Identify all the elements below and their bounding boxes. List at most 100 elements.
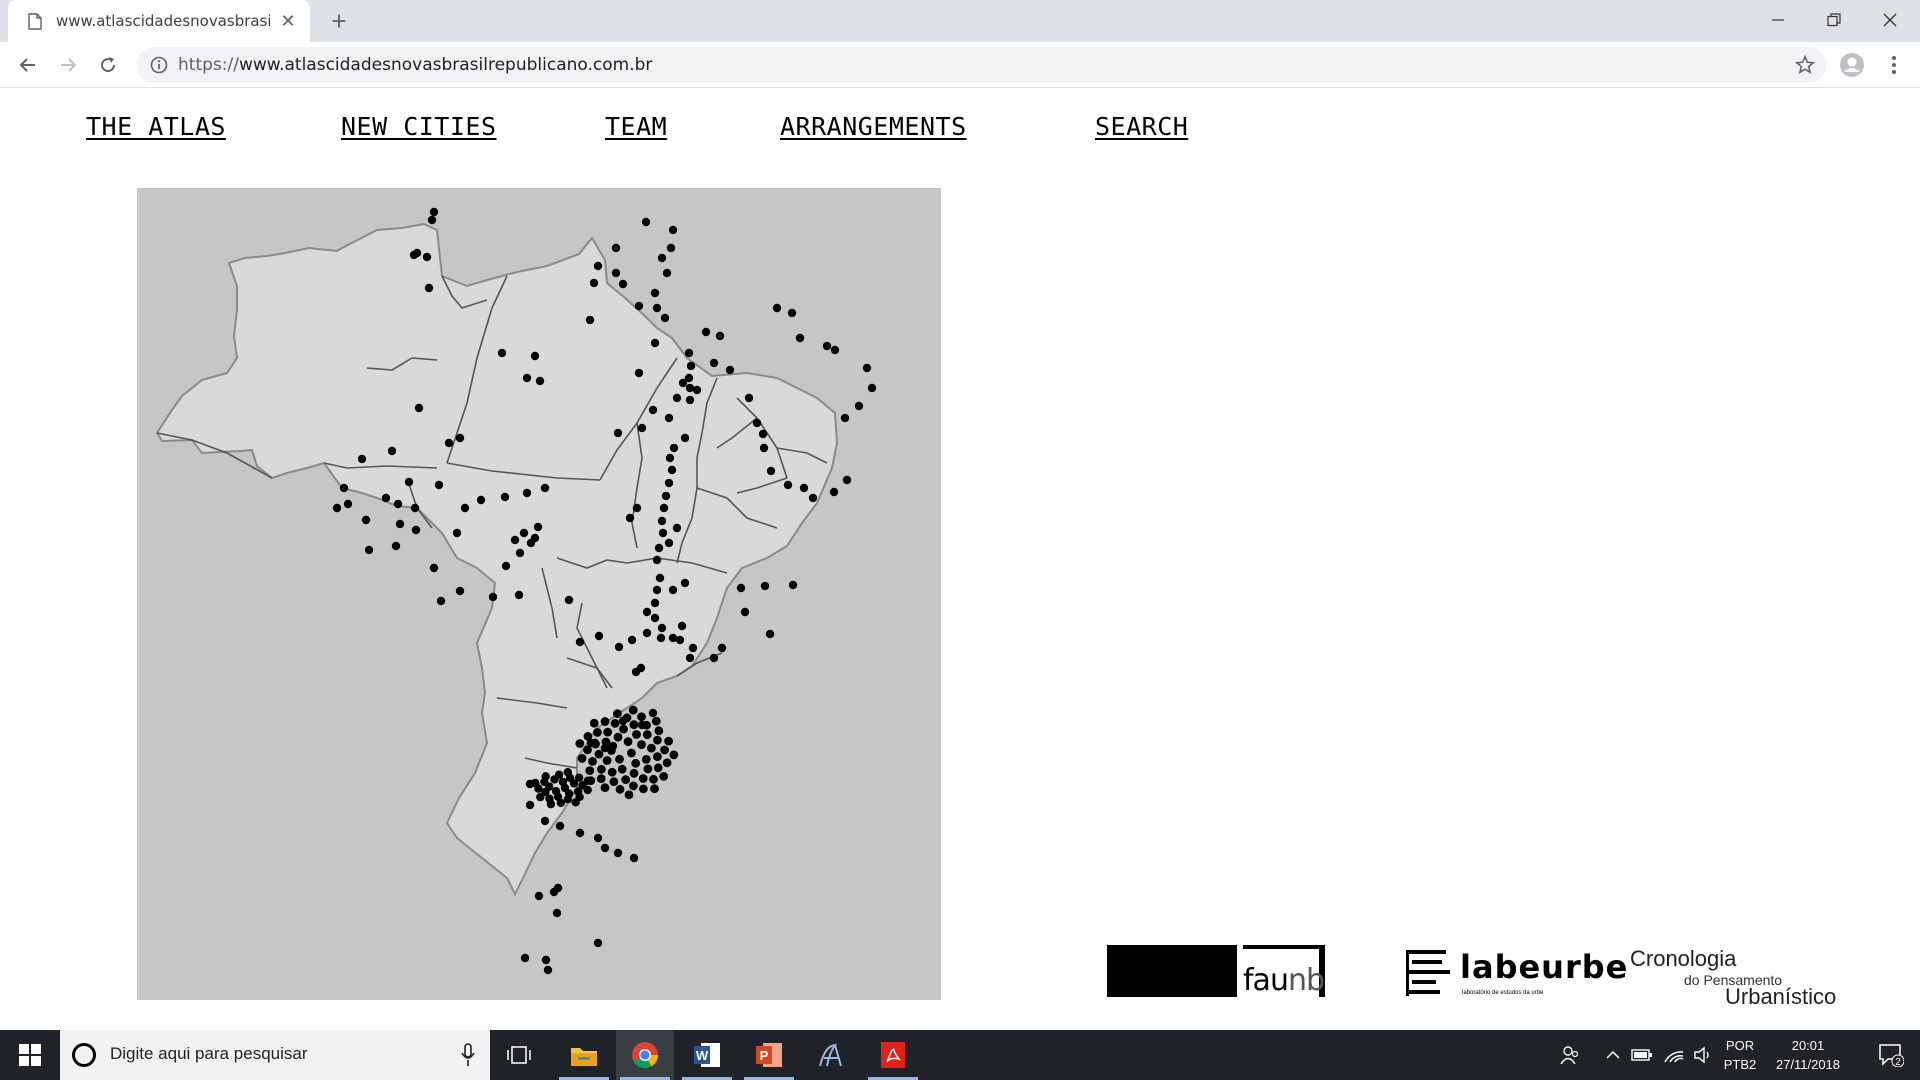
clock[interactable]: 20:01 27/11/2018 [1766, 1036, 1850, 1074]
city-dot[interactable] [585, 766, 595, 775]
city-dot[interactable] [653, 763, 663, 773]
city-dot[interactable] [672, 393, 682, 403]
city-dot[interactable] [552, 908, 562, 918]
city-dot[interactable] [583, 776, 592, 785]
city-dot[interactable] [540, 483, 550, 493]
city-dot[interactable] [588, 757, 597, 766]
city-dot[interactable] [600, 843, 610, 853]
city-dot[interactable] [677, 621, 687, 631]
city-dot[interactable] [829, 487, 839, 497]
notification-icon[interactable]: 2 [1866, 1030, 1916, 1080]
city-dot[interactable] [647, 743, 656, 753]
city-dot[interactable] [627, 748, 636, 758]
reload-icon[interactable] [94, 51, 122, 79]
city-dot[interactable] [660, 313, 670, 323]
city-dot[interactable] [744, 393, 754, 403]
city-dot[interactable] [575, 739, 585, 748]
city-dot[interactable] [535, 376, 545, 386]
faunb-logo[interactable]: faunb [1107, 940, 1325, 1010]
city-dot[interactable] [577, 754, 587, 763]
powerpoint-icon[interactable]: P [740, 1030, 798, 1080]
city-dot[interactable] [669, 443, 679, 453]
city-dot[interactable] [593, 833, 603, 843]
chrome-icon[interactable] [616, 1030, 674, 1080]
city-dot[interactable] [364, 545, 374, 555]
city-dot[interactable] [637, 712, 646, 722]
city-dot[interactable] [540, 816, 550, 826]
city-dot[interactable] [649, 774, 658, 784]
city-dot[interactable] [444, 438, 454, 448]
city-dot[interactable] [602, 756, 612, 765]
close-icon[interactable]: ✕ [278, 11, 298, 32]
plus-icon[interactable]: + [325, 7, 353, 35]
city-dot[interactable] [410, 503, 420, 513]
city-dot[interactable] [424, 283, 434, 293]
city-dot[interactable] [627, 635, 637, 645]
city-dot[interactable] [476, 495, 486, 505]
city-dot[interactable] [854, 401, 864, 411]
city-dot[interactable] [867, 383, 877, 393]
city-dot[interactable] [613, 732, 623, 742]
city-dot[interactable] [522, 488, 532, 498]
city-dot[interactable] [531, 778, 540, 788]
city-dot[interactable] [665, 453, 675, 463]
city-dot[interactable] [589, 278, 599, 288]
city-dot[interactable] [641, 217, 651, 227]
close-window-icon[interactable] [1862, 0, 1918, 40]
minimize-icon[interactable] [1750, 0, 1806, 40]
city-dot[interactable] [357, 454, 367, 464]
city-dot[interactable] [510, 535, 520, 545]
city-dot[interactable] [429, 207, 439, 217]
city-dot[interactable] [783, 480, 793, 490]
city-dot[interactable] [787, 308, 797, 318]
city-dot[interactable] [515, 548, 525, 558]
city-dot[interactable] [642, 607, 652, 617]
city-dot[interactable] [664, 478, 674, 488]
city-dot[interactable] [709, 358, 719, 368]
city-dot[interactable] [332, 503, 342, 513]
city-dot[interactable] [629, 768, 639, 778]
chevron-up-icon[interactable] [1600, 1030, 1626, 1080]
city-dot[interactable] [653, 735, 662, 745]
city-dot[interactable] [740, 607, 750, 617]
city-dot[interactable] [629, 853, 639, 863]
city-dot[interactable] [668, 225, 678, 235]
nav-team[interactable]: TEAM [605, 112, 667, 141]
city-dot[interactable] [575, 637, 585, 647]
city-dot[interactable] [736, 583, 746, 593]
app-a-icon[interactable] [802, 1030, 860, 1080]
city-dot[interactable] [760, 581, 770, 591]
city-dot[interactable] [455, 433, 465, 443]
city-dot[interactable] [549, 887, 559, 897]
city-dot[interactable] [574, 773, 584, 782]
cronologia-logo[interactable]: Cronologia do Pensamento Urbanístico [1630, 940, 1840, 1010]
acrobat-icon[interactable] [864, 1030, 922, 1080]
city-dot[interactable] [637, 740, 646, 749]
city-dot[interactable] [638, 774, 648, 783]
city-dot[interactable] [685, 395, 695, 405]
city-dot[interactable] [667, 465, 677, 475]
people-icon[interactable] [1552, 1030, 1588, 1080]
city-dot[interactable] [526, 538, 536, 548]
city-dot[interactable] [452, 528, 462, 538]
city-dot[interactable] [709, 653, 719, 663]
city-dot[interactable] [652, 585, 662, 595]
city-dot[interactable] [642, 730, 652, 739]
city-dot[interactable] [422, 252, 432, 262]
city-dot[interactable] [617, 764, 627, 774]
city-dot[interactable] [343, 499, 353, 509]
city-dot[interactable] [631, 758, 641, 768]
city-dot[interactable] [661, 491, 671, 501]
brazil-map[interactable] [137, 188, 941, 1000]
nav-arrangements[interactable]: ARRANGEMENTS [780, 112, 967, 141]
file-explorer-icon[interactable] [555, 1030, 613, 1080]
city-dot[interactable] [541, 772, 550, 781]
city-dot[interactable] [659, 772, 669, 781]
city-dot[interactable] [500, 492, 510, 502]
city-dot[interactable] [429, 563, 439, 573]
city-dot[interactable] [361, 515, 371, 525]
city-dot[interactable] [520, 953, 530, 963]
city-dot[interactable] [840, 413, 850, 423]
city-dot[interactable] [639, 784, 648, 794]
city-dot[interactable] [543, 965, 553, 975]
